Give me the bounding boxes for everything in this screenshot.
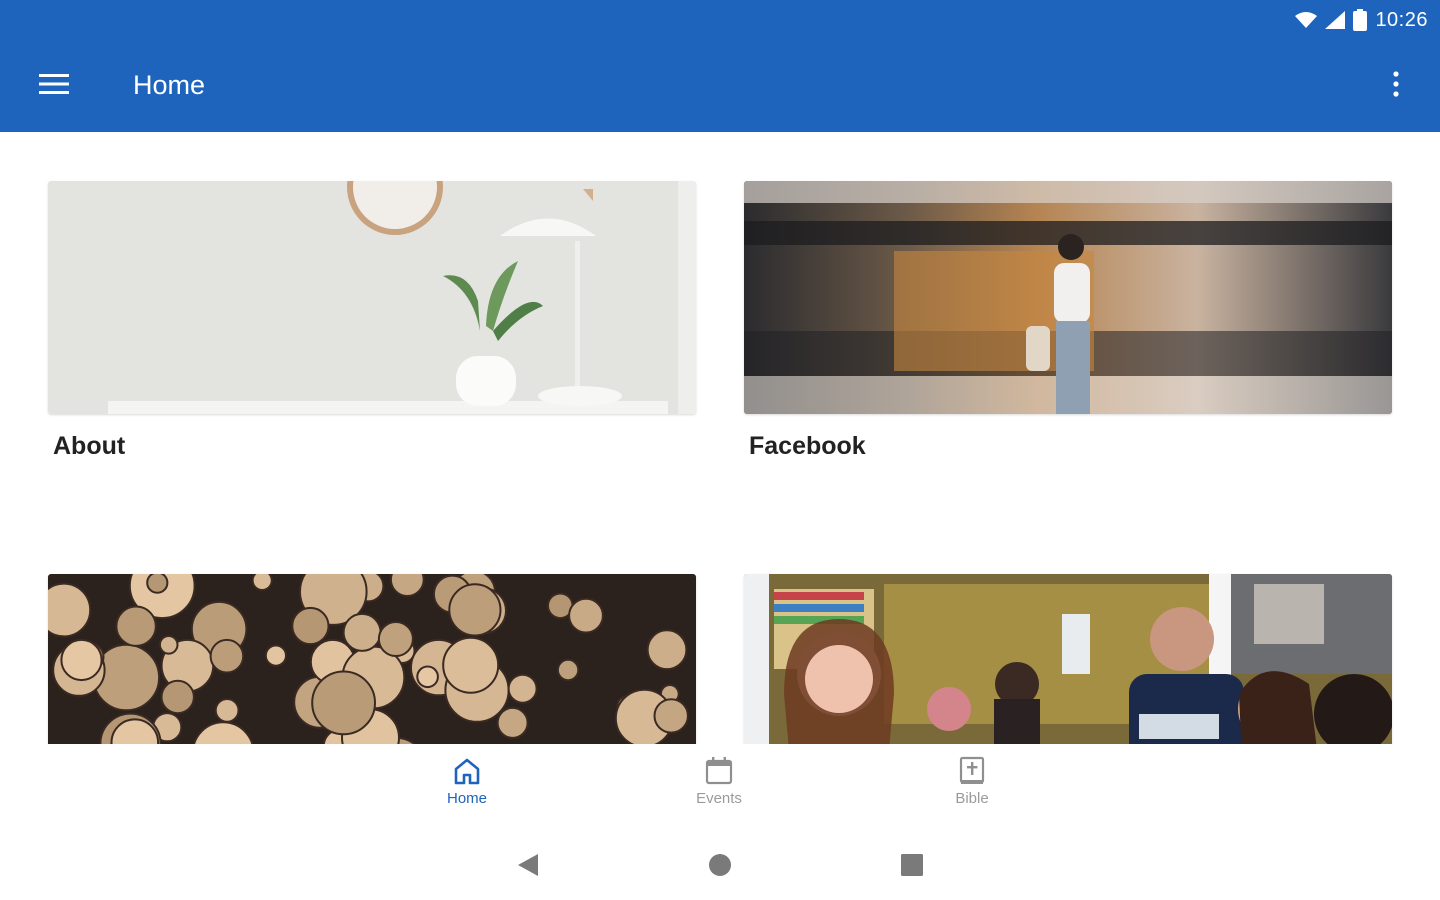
overflow-menu-button[interactable] bbox=[1376, 62, 1416, 106]
home-circle-icon bbox=[709, 854, 731, 876]
system-recents-button[interactable] bbox=[897, 850, 927, 880]
status-bar: 10:26 bbox=[1295, 6, 1428, 34]
card-4[interactable] bbox=[744, 574, 1392, 744]
system-navigation-bar bbox=[0, 828, 1440, 900]
bible-icon bbox=[959, 756, 985, 784]
content-grid: About Facebook bbox=[0, 132, 1440, 744]
card-label-facebook: Facebook bbox=[749, 432, 866, 460]
home-icon bbox=[454, 758, 480, 785]
card-3[interactable] bbox=[48, 574, 696, 744]
card-image-facebook bbox=[744, 181, 1392, 414]
bottom-navigation: Home Events Bible bbox=[0, 744, 1440, 828]
calendar-icon bbox=[705, 757, 733, 785]
nav-label-home: Home bbox=[446, 790, 487, 807]
card-facebook[interactable]: Facebook bbox=[744, 181, 1392, 461]
more-vert-icon bbox=[1393, 71, 1399, 97]
card-image-logs bbox=[48, 574, 696, 744]
app-bar: 10:26 Home bbox=[0, 0, 1440, 132]
hamburger-icon bbox=[39, 74, 69, 94]
card-about[interactable]: About bbox=[48, 181, 696, 461]
system-home-button[interactable] bbox=[705, 850, 735, 880]
nav-item-events[interactable]: Events bbox=[659, 756, 779, 820]
card-image-people bbox=[744, 574, 1392, 744]
back-triangle-icon bbox=[518, 854, 538, 876]
card-image-about bbox=[48, 181, 696, 414]
cell-signal-icon bbox=[1325, 11, 1346, 29]
wifi-icon bbox=[1295, 12, 1318, 28]
recents-square-icon bbox=[901, 854, 923, 876]
status-time: 10:26 bbox=[1375, 8, 1428, 31]
nav-label-bible: Bible bbox=[955, 790, 989, 807]
menu-button[interactable] bbox=[30, 62, 78, 106]
nav-item-bible[interactable]: Bible bbox=[912, 756, 1032, 820]
battery-icon bbox=[1353, 9, 1368, 31]
page-title: Home bbox=[133, 70, 206, 100]
card-label-about: About bbox=[53, 432, 126, 460]
nav-label-events: Events bbox=[696, 790, 742, 807]
nav-item-home[interactable]: Home bbox=[407, 756, 527, 820]
system-back-button[interactable] bbox=[513, 850, 543, 880]
